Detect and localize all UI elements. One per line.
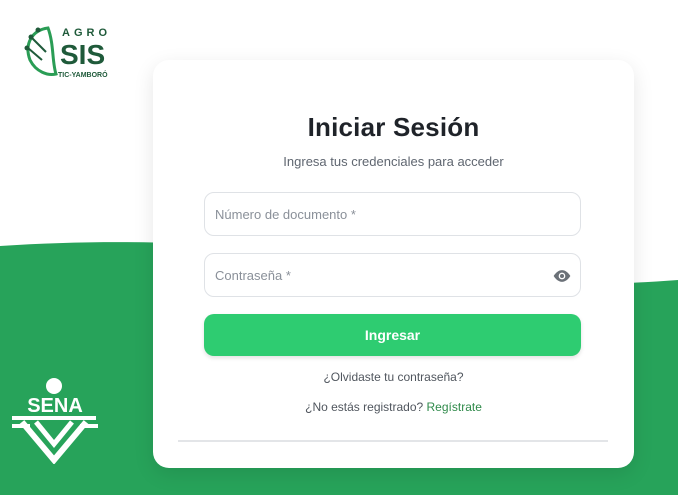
svg-text:SIS: SIS xyxy=(60,39,105,70)
login-page: AGRO SIS TIC-YAMBORÓ SENA Iniciar Sesión… xyxy=(0,0,678,495)
svg-text:TIC-YAMBORÓ: TIC-YAMBORÓ xyxy=(58,70,108,79)
sena-logo: SENA xyxy=(8,378,102,465)
login-button[interactable]: Ingresar xyxy=(204,314,581,356)
leaf-icon: AGRO SIS TIC-YAMBORÓ xyxy=(24,26,111,79)
register-link[interactable]: Regístrate xyxy=(427,400,482,414)
password-field[interactable] xyxy=(204,253,581,297)
register-prompt-text: ¿No estás registrado? xyxy=(305,400,427,414)
card-divider xyxy=(178,440,608,442)
document-field[interactable] xyxy=(204,192,581,236)
agrosis-logo: AGRO SIS TIC-YAMBORÓ xyxy=(18,22,118,82)
svg-text:SENA: SENA xyxy=(27,395,83,417)
svg-text:AGRO: AGRO xyxy=(62,27,111,39)
forgot-password-link[interactable]: ¿Olvidaste tu contraseña? xyxy=(153,370,634,384)
login-card: Iniciar Sesión Ingresa tus credenciales … xyxy=(153,60,634,468)
eye-icon[interactable] xyxy=(552,266,572,286)
document-input[interactable] xyxy=(215,193,535,235)
page-title: Iniciar Sesión xyxy=(307,112,480,142)
password-input[interactable] xyxy=(215,254,535,296)
register-prompt: ¿No estás registrado? Regístrate xyxy=(153,400,634,414)
page-subtitle: Ingresa tus credenciales para acceder xyxy=(283,154,504,169)
